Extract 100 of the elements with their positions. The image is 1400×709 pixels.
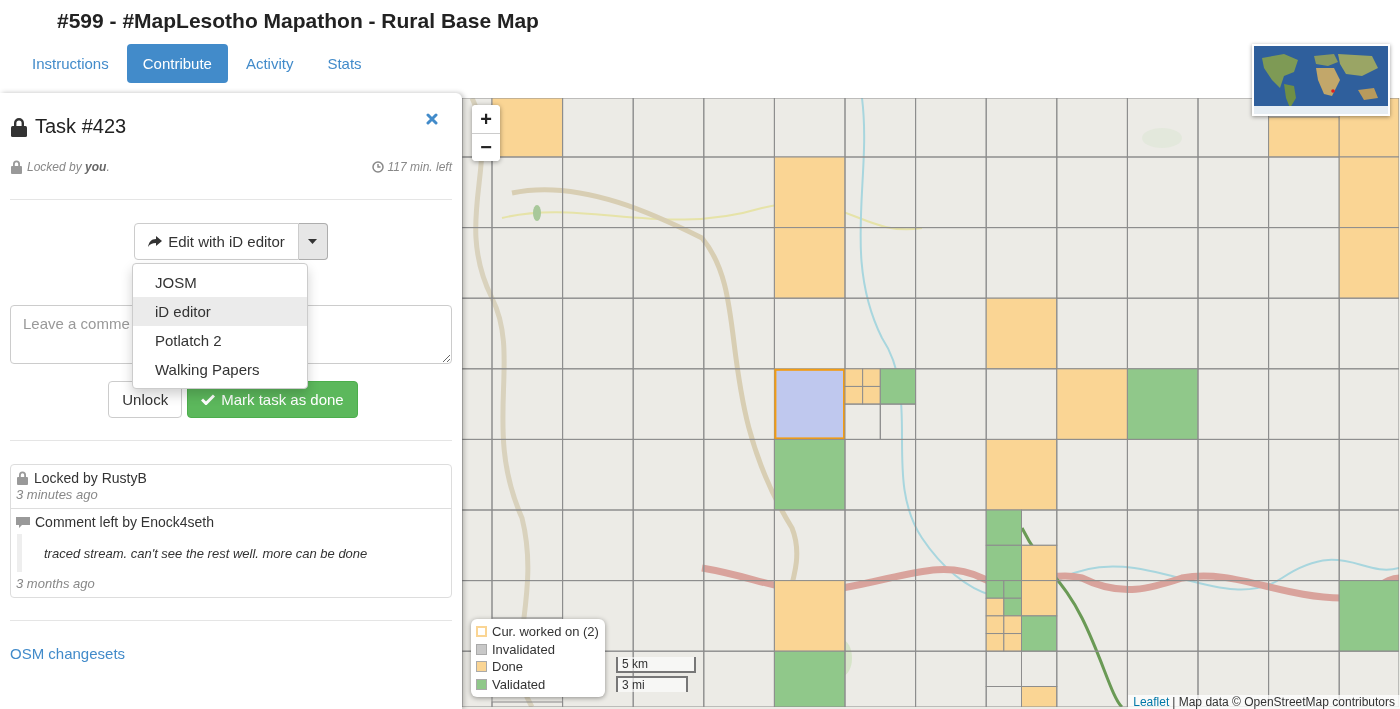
task-cell[interactable] [1003, 615, 1022, 635]
task-cell[interactable] [462, 227, 493, 299]
task-cell[interactable] [1021, 615, 1058, 652]
tab[interactable]: Contribute [126, 44, 228, 83]
task-cell[interactable] [915, 650, 987, 707]
task-cell[interactable] [491, 580, 564, 619]
task-cell[interactable] [773, 297, 846, 370]
task-cell[interactable] [1338, 368, 1399, 440]
task-cell[interactable] [632, 650, 705, 707]
task-cell[interactable] [985, 615, 1005, 635]
leaflet-link[interactable]: Leaflet [1133, 695, 1170, 709]
menu-item[interactable]: iD editor [133, 297, 307, 326]
task-cell[interactable] [632, 98, 705, 158]
edit-button[interactable]: Edit with iD editor [134, 223, 299, 260]
dropdown-toggle[interactable] [298, 223, 328, 260]
task-cell[interactable] [1056, 650, 1128, 707]
task-cell[interactable] [1126, 509, 1199, 582]
task-cell[interactable] [1056, 156, 1128, 229]
task-cell[interactable] [1003, 580, 1022, 599]
task-cell[interactable] [1126, 580, 1199, 652]
task-cell[interactable] [562, 98, 634, 158]
task-cell[interactable] [773, 227, 846, 299]
task-cell[interactable] [844, 385, 864, 405]
task-cell[interactable] [862, 368, 881, 387]
task-cell[interactable] [915, 98, 987, 158]
task-cell[interactable] [1126, 368, 1199, 440]
task-cell[interactable] [1126, 98, 1199, 158]
close-icon[interactable] [426, 112, 438, 125]
menu-item[interactable]: Walking Papers [133, 355, 307, 384]
changesets-link[interactable]: OSM changesets [10, 645, 126, 662]
task-cell[interactable] [1056, 580, 1128, 652]
task-cell[interactable] [491, 368, 564, 440]
task-cell[interactable] [1338, 297, 1399, 370]
task-cell[interactable] [1056, 227, 1128, 299]
task-cell[interactable] [1268, 368, 1340, 440]
task-cell[interactable] [1268, 509, 1340, 582]
task-cell[interactable] [844, 509, 917, 582]
task-cell[interactable] [985, 509, 1022, 546]
task-cell[interactable] [773, 580, 846, 652]
menu-item[interactable]: Potlatch 2 [133, 326, 307, 355]
task-cell[interactable] [1338, 156, 1399, 229]
task-cell[interactable] [1197, 580, 1270, 652]
task-cell[interactable] [562, 227, 634, 299]
task-cell[interactable] [915, 156, 987, 229]
task-cell[interactable] [879, 368, 917, 405]
task-cell[interactable] [562, 297, 634, 370]
task-cell[interactable] [462, 438, 493, 511]
task-cell[interactable] [491, 509, 564, 582]
task-cell[interactable] [985, 650, 1022, 687]
task-cell[interactable] [1197, 438, 1270, 511]
task-cell[interactable] [879, 403, 917, 440]
task-cell[interactable] [1003, 633, 1022, 652]
task-cell[interactable] [1021, 580, 1058, 617]
task-cell[interactable] [632, 580, 705, 652]
task-cell[interactable] [1338, 227, 1399, 299]
task-cell[interactable] [1056, 98, 1128, 158]
task-cell[interactable] [1021, 544, 1058, 582]
task-cell[interactable] [1056, 509, 1128, 582]
task-cell[interactable] [1268, 297, 1340, 370]
tab[interactable]: Stats [311, 44, 378, 83]
task-cell[interactable] [915, 580, 987, 652]
task-cell[interactable] [985, 633, 1005, 652]
task-cell[interactable] [703, 297, 775, 370]
task-cell[interactable] [1268, 438, 1340, 511]
task-cell[interactable] [632, 227, 705, 299]
task-cell[interactable] [491, 297, 564, 370]
task-cell[interactable] [844, 438, 917, 511]
task-cell[interactable] [844, 227, 917, 299]
task-cell[interactable] [844, 368, 864, 387]
task-cell[interactable] [1197, 156, 1270, 229]
task-cell[interactable] [985, 156, 1058, 229]
task-cell[interactable] [632, 297, 705, 370]
task-cell[interactable] [1197, 227, 1270, 299]
task-cell[interactable] [844, 403, 881, 440]
task-cell[interactable] [1338, 438, 1399, 511]
task-cell[interactable] [1126, 227, 1199, 299]
task-cell[interactable] [491, 156, 564, 229]
task-cell[interactable] [703, 509, 775, 582]
menu-item[interactable]: JOSM [133, 268, 307, 297]
zoom-in-button[interactable]: + [472, 105, 500, 133]
task-cell[interactable] [632, 368, 705, 440]
task-cell[interactable] [1056, 438, 1128, 511]
task-cell[interactable] [844, 650, 917, 707]
task-cell[interactable] [562, 156, 634, 229]
tab[interactable]: Instructions [16, 44, 125, 83]
task-cell[interactable] [985, 580, 1005, 599]
task-cell[interactable] [562, 368, 634, 440]
task-cell[interactable] [1021, 686, 1058, 707]
task-cell[interactable] [844, 98, 917, 158]
task-cell[interactable] [491, 227, 564, 299]
task-cell[interactable] [462, 368, 493, 440]
task-cell[interactable] [1197, 368, 1270, 440]
task-cell[interactable] [985, 597, 1005, 617]
task-cell[interactable] [703, 98, 775, 158]
task-cell[interactable] [1268, 116, 1340, 158]
task-cell[interactable] [491, 701, 564, 707]
task-cell[interactable] [1197, 297, 1270, 370]
task-cell[interactable] [562, 509, 634, 582]
task-cell[interactable] [985, 297, 1058, 370]
task-cell[interactable] [632, 156, 705, 229]
